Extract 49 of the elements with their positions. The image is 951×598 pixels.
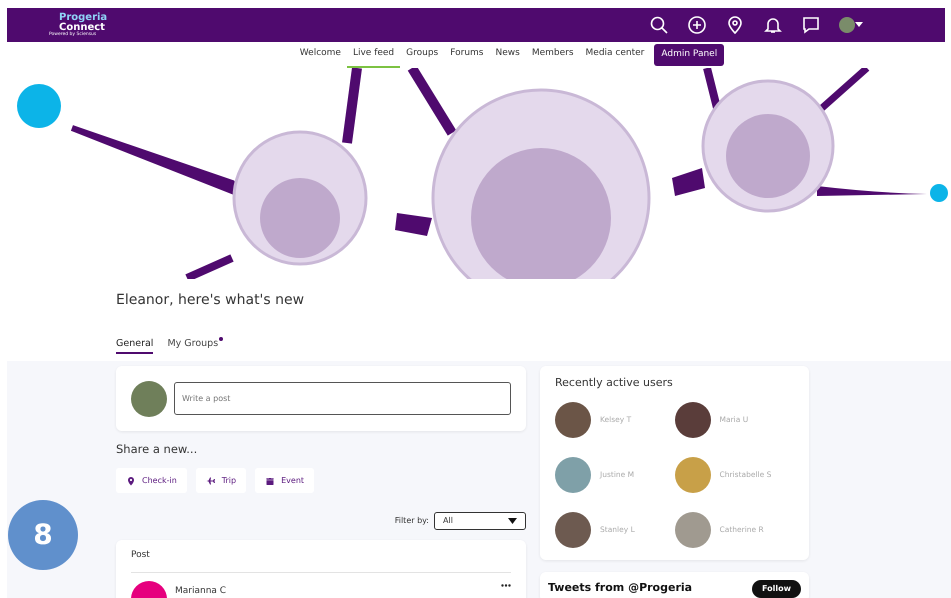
- plus-icon: [687, 15, 707, 35]
- tweets-heading: Tweets from @Progeria: [548, 580, 692, 596]
- more-options-icon: [501, 584, 511, 587]
- active-users-heading: Recently active users: [554, 375, 674, 391]
- filter-label: Filter by:: [394, 515, 429, 528]
- post-input-field[interactable]: Write a post: [174, 382, 511, 415]
- filter-dropdown[interactable]: All: [434, 512, 526, 530]
- airplane-icon: [206, 476, 216, 486]
- nav-tab[interactable]: Members: [526, 42, 580, 68]
- brand-logo-text[interactable]: Connect: [49, 22, 108, 33]
- notification-bell-button[interactable]: [763, 15, 783, 35]
- nav-tab[interactable]: Media center: [580, 42, 650, 68]
- location-pin-button[interactable]: [725, 15, 745, 35]
- location-pin-icon: [725, 15, 745, 35]
- user-avatar: [555, 512, 591, 548]
- share-pin-button[interactable]: Check-in: [116, 468, 187, 494]
- user-avatar: [839, 17, 855, 33]
- user-avatar: [131, 380, 167, 416]
- chat-bubble-button[interactable]: [801, 15, 821, 35]
- admin-panel-button[interactable]: Admin Panel: [654, 44, 724, 66]
- share-calendar-button[interactable]: Event: [255, 468, 314, 494]
- feed-tab[interactable]: General: [116, 337, 154, 354]
- nav-tab[interactable]: Forums: [444, 42, 490, 68]
- share-plane-button[interactable]: Trip: [196, 468, 246, 494]
- follow-button[interactable]: Follow: [752, 580, 801, 598]
- page-heading: Eleanor, here's what's new: [116, 291, 306, 310]
- brand-logo-text[interactable]: Progeria: [49, 12, 108, 23]
- post-author[interactable]: Marianna C: [175, 584, 226, 598]
- chat-bubble-icon: [801, 15, 821, 35]
- post-card-title: Post: [131, 549, 511, 573]
- nav-tab[interactable]: Welcome: [294, 42, 347, 68]
- share-heading: Share a new...: [116, 441, 198, 458]
- search-icon: [649, 15, 669, 35]
- caret-icon: [855, 22, 863, 28]
- nav-tab[interactable]: Live feed: [346, 42, 400, 68]
- location-pin-icon: [126, 476, 136, 486]
- nav-tab[interactable]: News: [489, 42, 526, 68]
- nav-tab[interactable]: Groups: [400, 42, 444, 68]
- user-avatar: [555, 402, 591, 438]
- calendar-icon: [265, 476, 276, 486]
- search-button[interactable]: [649, 15, 669, 35]
- user-avatar: [674, 456, 710, 492]
- user-avatar: [674, 512, 710, 548]
- user-avatar: [674, 402, 710, 438]
- plus-button[interactable]: [687, 15, 707, 35]
- notification-bell-icon: [763, 15, 783, 35]
- user-avatar: [555, 456, 591, 492]
- caret-icon: [508, 518, 517, 524]
- feed-tab[interactable]: My Groups: [167, 337, 224, 354]
